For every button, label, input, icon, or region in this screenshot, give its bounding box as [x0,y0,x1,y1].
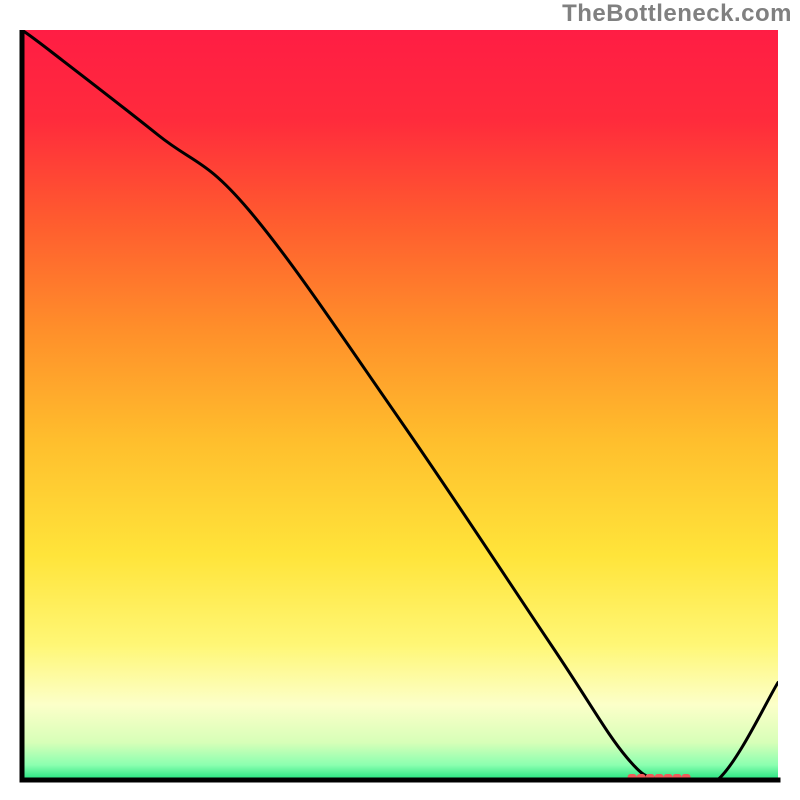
chart-container: TheBottleneck.com [0,0,800,800]
gradient-background [22,30,778,780]
plot-area [18,30,782,784]
chart-svg [18,30,782,784]
watermark-text: TheBottleneck.com [562,0,792,28]
